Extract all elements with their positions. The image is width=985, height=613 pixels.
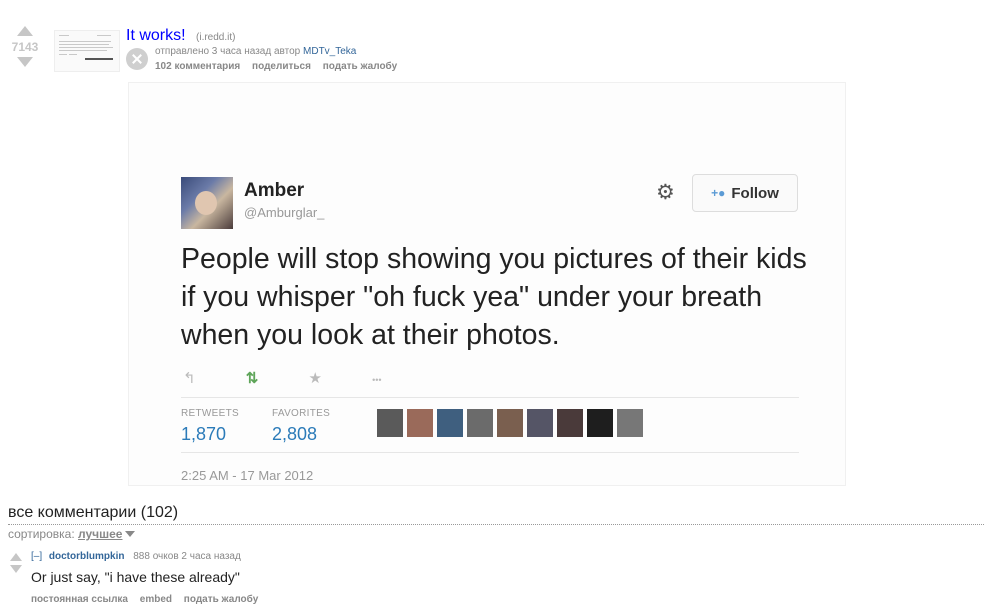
collapse-toggle[interactable]: [–] [31,551,42,562]
post-thumbnail[interactable] [54,30,120,72]
comment-meta: 888 очков 2 часа назад [133,551,241,562]
avatar [181,177,233,229]
comment-vote [9,553,23,573]
avatar [557,409,583,437]
more-icon: ••• [372,375,382,385]
retweets-count: 1,870 [181,424,227,444]
post-score: 7143 [11,40,39,54]
embed-link[interactable]: embed [140,594,172,605]
downvote-arrow-icon[interactable] [10,565,22,573]
comments-divider [8,524,984,525]
avatar [437,409,463,437]
follow-label: Follow [731,184,779,202]
tweet-divider-top [181,397,799,398]
avatar [377,409,403,437]
retweet-icon: ⇅ [245,370,259,387]
tweet-text: People will stop showing you pictures of… [181,243,807,351]
comments-header: все комментарии (102) [8,504,179,521]
comment-header: [–] doctorblumpkin 888 очков 2 часа наза… [31,551,241,562]
post-vote: 7143 [6,26,44,67]
sort-label: сортировка: [8,527,75,541]
comments-link[interactable]: 102 комментария [155,61,240,72]
tweet-timestamp: 2:25 AM - 17 Mar 2012 [181,468,314,483]
comment-body: Or just say, "i have these already" [31,569,240,585]
comment-report-link[interactable]: подать жалобу [184,594,258,605]
favorites-count: 2,808 [272,424,318,444]
upvote-arrow-icon[interactable] [10,553,22,561]
downvote-arrow-icon[interactable] [17,57,33,67]
avatar [527,409,553,437]
post-title-link[interactable]: It works! [126,27,186,44]
comment-buttons: постоянная ссылка embed подать жалобу [31,594,267,605]
reply-icon: ↰ [183,370,196,387]
submitted-text: отправлено 3 часа назад автор [155,46,301,57]
post-title-row: It works! (i.redd.it) [126,27,235,45]
avatar [497,409,523,437]
avatar [467,409,493,437]
gear-icon: ⚙ [656,181,675,204]
sort-dropdown[interactable]: лучшее [78,527,122,541]
avatar [587,409,613,437]
follow-button: +● Follow [692,174,798,212]
tweet-author-name: Amber [244,180,305,201]
upvote-arrow-icon[interactable] [17,26,33,36]
tweet-image[interactable]: Amber @Amburglar_ ⚙ +● Follow People wil… [128,82,846,486]
post-domain[interactable]: (i.redd.it) [196,32,235,43]
share-link[interactable]: поделиться [252,61,311,72]
post-tagline: отправлено 3 часа назад автор MDTv_Teka [155,46,356,57]
favorite-icon: ★ [308,370,322,387]
add-user-icon: +● [711,186,726,200]
avatar [407,409,433,437]
tweet-actions: ↰ ⇅ ★ ••• [183,369,428,387]
post-buttons: 102 комментария поделиться подать жалобу [155,61,406,72]
tweet-divider-bottom [181,452,799,453]
permalink-link[interactable]: постоянная ссылка [31,594,128,605]
chevron-down-icon[interactable] [125,531,136,537]
report-link[interactable]: подать жалобу [323,61,397,72]
close-icon[interactable] [126,48,148,70]
retweets-label: RETWEETS [181,408,239,419]
comment-author-link[interactable]: doctorblumpkin [49,551,125,562]
post-author-link[interactable]: MDTv_Teka [303,46,356,57]
favorites-label: FAVORITES [272,408,331,419]
sort-control: сортировка: лучшее [8,527,136,541]
avatar [617,409,643,437]
tweet-author-handle: @Amburglar_ [244,205,325,220]
